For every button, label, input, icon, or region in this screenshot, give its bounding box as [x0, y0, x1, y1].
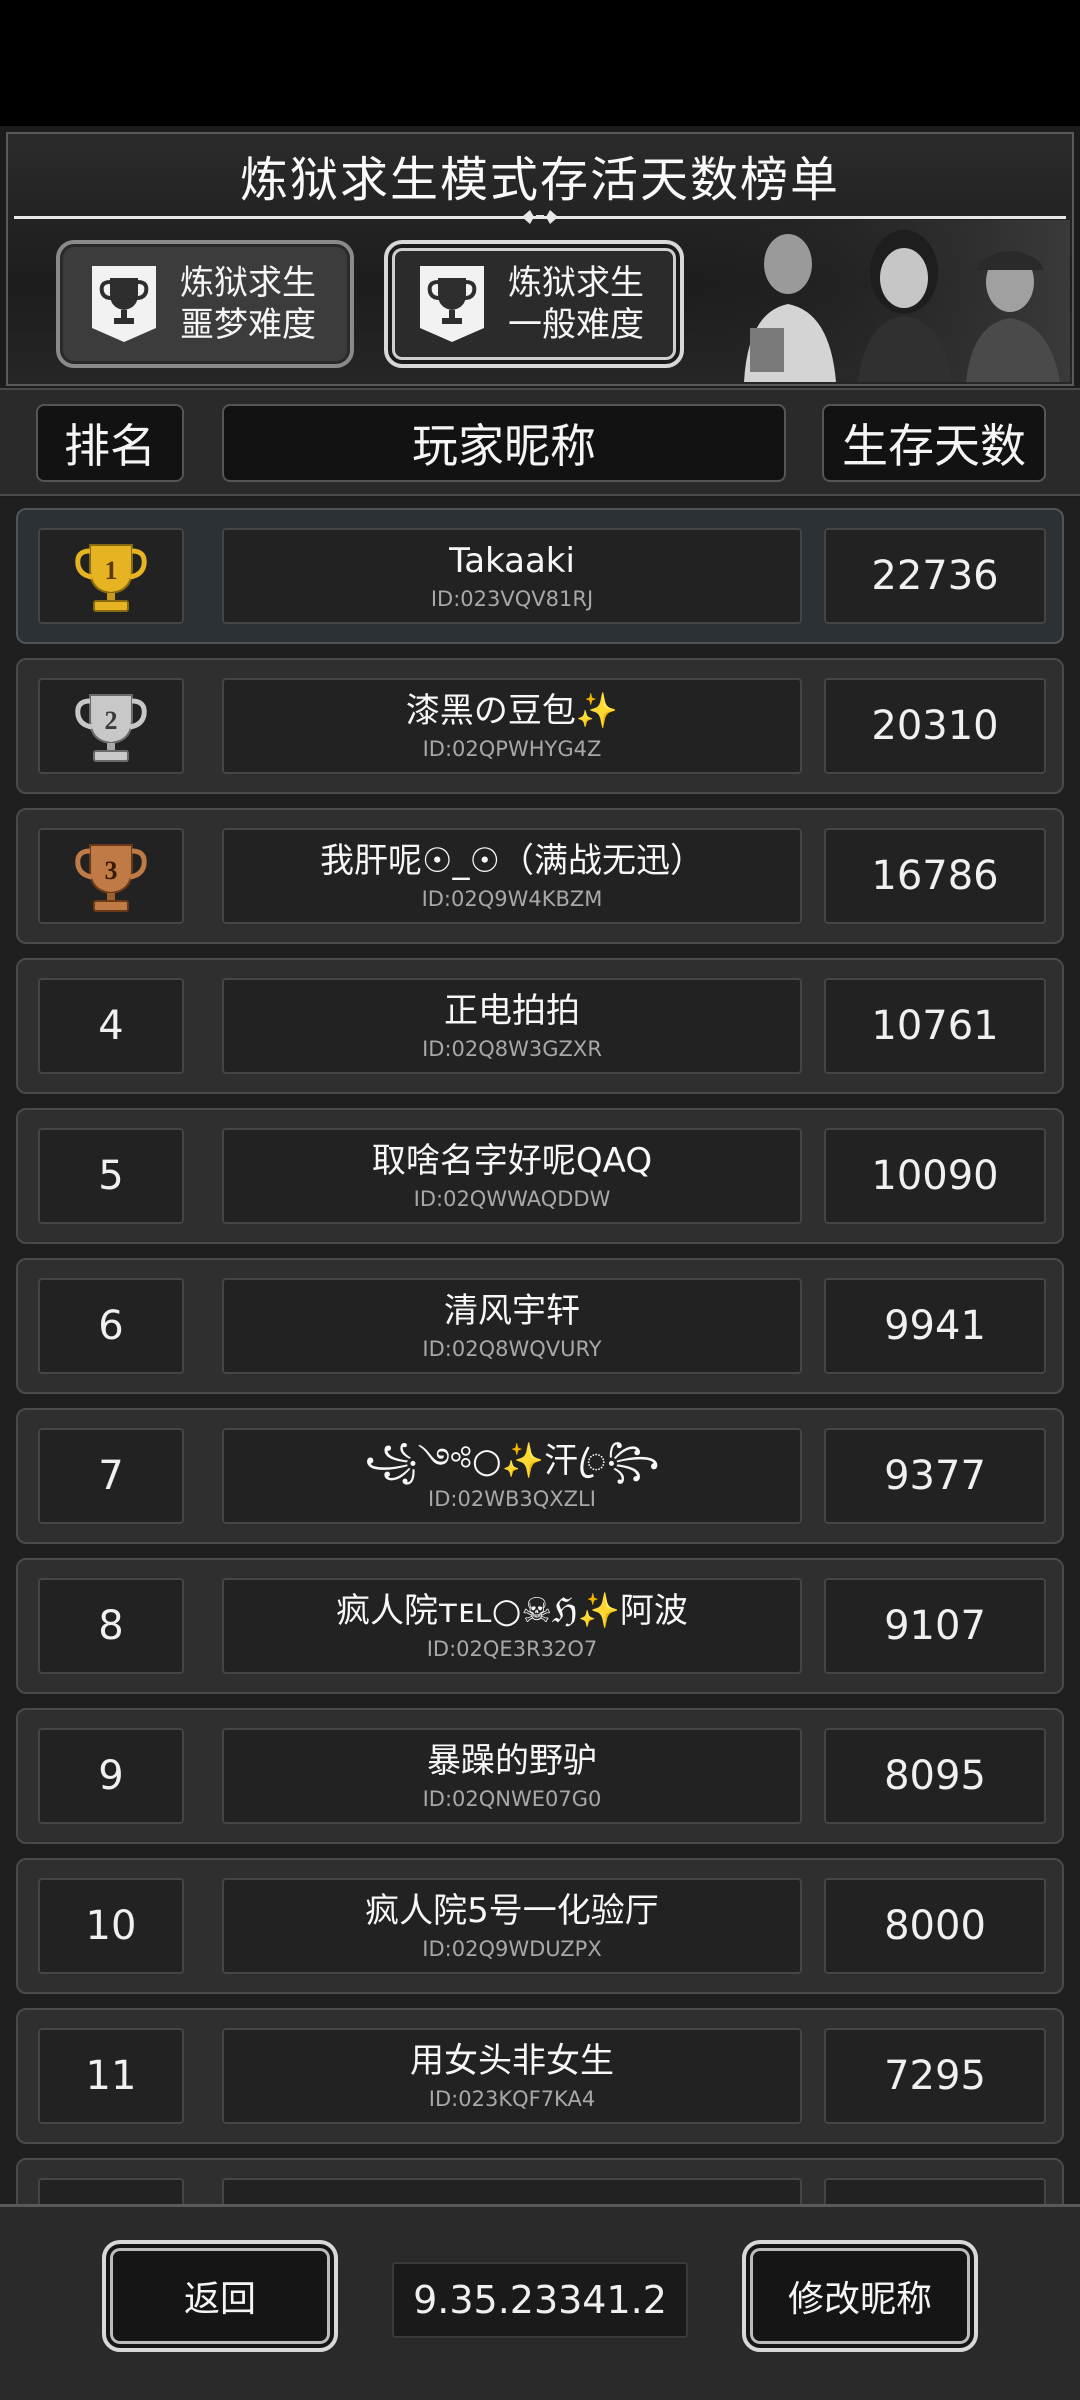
silver-trophy-icon: 2	[75, 694, 147, 762]
rank-cell: 2	[38, 678, 184, 774]
player-nickname: 我肝呢☉_☉（满战无迅）	[320, 841, 704, 881]
leaderboard-row[interactable]: 6 清风宇轩 ID:02Q8WQVURY 9941	[16, 1258, 1064, 1394]
nickname-cell: 正电拍拍 ID:02Q8W3GZXR	[222, 978, 802, 1074]
leaderboard-row[interactable]: 7 ꧁༺○✨汗ꦿ꧂ ID:02WB3QXZLI 9377	[16, 1408, 1064, 1544]
leaderboard-row[interactable]: 4 正电拍拍 ID:02Q8W3GZXR 10761	[16, 958, 1064, 1094]
nickname-cell: 疯人院ᴛᴇʟ○☠ℌ✨阿波 ID:02QE3R32O7	[222, 1578, 802, 1674]
leaderboard-row-partial[interactable]	[16, 2158, 1064, 2204]
leaderboard-row[interactable]: 5 取啥名字好呢QAQ ID:02QWWAQDDW 10090	[16, 1108, 1064, 1244]
nickname-cell: 暴躁的野驴 ID:02QNWE07G0	[222, 1728, 802, 1824]
days-cell	[824, 2178, 1046, 2204]
svg-text:3: 3	[105, 856, 118, 885]
player-nickname: 用女头非女生	[410, 2041, 614, 2081]
days-column-header: 生存天数	[822, 404, 1046, 482]
mode-normal-line2: 一般难度	[508, 305, 644, 345]
back-button[interactable]: 返回	[102, 2240, 338, 2352]
player-id: ID:02Q8W3GZXR	[422, 1037, 602, 1061]
rank-cell: 1	[38, 528, 184, 624]
leaderboard-row[interactable]: 3 我肝呢☉_☉（满战无迅） ID:02Q9W4KBZM 16786	[16, 808, 1064, 944]
nickname-cell: 漆黑の豆包✨ ID:02QPWHYG4Z	[222, 678, 802, 774]
leaderboard-list[interactable]: 1 Takaaki ID:023VQV81RJ 22736 2 漆黑の豆包✨ I…	[0, 498, 1080, 2204]
mode-nightmare-line1: 炼狱求生	[180, 263, 316, 303]
svg-text:2: 2	[105, 706, 118, 735]
nickname-cell: 我肝呢☉_☉（满战无迅） ID:02Q9W4KBZM	[222, 828, 802, 924]
rank-number: 8	[38, 1578, 184, 1674]
player-id: ID:023VQV81RJ	[430, 587, 594, 611]
rank-number: 6	[38, 1278, 184, 1374]
leaderboard-row[interactable]: 1 Takaaki ID:023VQV81RJ 22736	[16, 508, 1064, 644]
survival-days: 8000	[824, 1878, 1046, 1974]
survival-days: 9941	[824, 1278, 1046, 1374]
svg-text:1: 1	[105, 556, 118, 585]
player-id: ID:02Q9WDUZPX	[422, 1937, 602, 1961]
survival-days: 8095	[824, 1728, 1046, 1824]
rank-number: 4	[38, 978, 184, 1074]
player-id: ID:02QPWHYG4Z	[422, 737, 602, 761]
nickname-cell: ꧁༺○✨汗ꦿ꧂ ID:02WB3QXZLI	[222, 1428, 802, 1524]
mode-normal-label: 炼狱求生 一般难度	[508, 262, 668, 346]
mode-nightmare-line2: 噩梦难度	[180, 305, 316, 345]
rank-number: 7	[38, 1428, 184, 1524]
player-id: ID:02QNWE07G0	[422, 1787, 602, 1811]
survival-days: 9377	[824, 1428, 1046, 1524]
nickname-cell: 用女头非女生 ID:023KQF7KA4	[222, 2028, 802, 2124]
survival-days: 16786	[824, 828, 1046, 924]
rank-number: 5	[38, 1128, 184, 1224]
rank-cell: 3	[38, 828, 184, 924]
rename-button[interactable]: 修改昵称	[742, 2240, 978, 2352]
player-nickname: 漆黑の豆包✨	[405, 691, 619, 731]
gold-trophy-icon: 1	[75, 544, 147, 612]
rank-number: 11	[38, 2028, 184, 2124]
rank-cell	[38, 2178, 184, 2204]
nickname-column-header: 玩家昵称	[222, 404, 786, 482]
bronze-trophy-icon: 3	[75, 844, 147, 912]
rank-number: 10	[38, 1878, 184, 1974]
page-title: 炼狱求生模式存活天数榜单	[239, 152, 840, 208]
rank-number: 9	[38, 1728, 184, 1824]
player-id: ID:02WB3QXZLI	[428, 1487, 596, 1511]
player-nickname: 取啥名字好呢QAQ	[371, 1141, 653, 1181]
trophy-banner-icon	[92, 266, 156, 342]
survival-days: 20310	[824, 678, 1046, 774]
player-id: ID:023KQF7KA4	[428, 2087, 596, 2111]
character-portraits-illustration	[690, 220, 1070, 382]
player-nickname: 清风宇轩	[444, 1291, 580, 1331]
player-nickname: 疯人院ᴛᴇʟ○☠ℌ✨阿波	[336, 1591, 688, 1631]
mode-normal-button[interactable]: 炼狱求生 一般难度	[384, 240, 684, 368]
player-id: ID:02QWWAQDDW	[413, 1187, 611, 1211]
player-nickname: 暴躁的野驴	[427, 1741, 597, 1781]
leaderboard-row[interactable]: 11 用女头非女生 ID:023KQF7KA4 7295	[16, 2008, 1064, 2144]
leaderboard-row[interactable]: 2 漆黑の豆包✨ ID:02QPWHYG4Z 20310	[16, 658, 1064, 794]
leaderboard-row[interactable]: 10 疯人院5号一化验厅 ID:02Q9WDUZPX 8000	[16, 1858, 1064, 1994]
mode-nightmare-label: 炼狱求生 噩梦难度	[180, 262, 340, 346]
version-label: 9.35.23341.2	[392, 2262, 688, 2338]
survival-days: 10761	[824, 978, 1046, 1074]
survival-days: 22736	[824, 528, 1046, 624]
trophy-banner-icon	[420, 266, 484, 342]
player-nickname: 疯人院5号一化验厅	[365, 1891, 659, 1931]
nickname-cell	[222, 2178, 802, 2204]
player-id: ID:02Q9W4KBZM	[421, 887, 603, 911]
survival-days: 10090	[824, 1128, 1046, 1224]
divider-ornament-icon	[500, 210, 580, 224]
player-nickname: Takaaki	[449, 541, 575, 581]
nickname-cell: 取啥名字好呢QAQ ID:02QWWAQDDW	[222, 1128, 802, 1224]
survival-days: 9107	[824, 1578, 1046, 1674]
rank-column-header: 排名	[36, 404, 184, 482]
leaderboard-row[interactable]: 9 暴躁的野驴 ID:02QNWE07G0 8095	[16, 1708, 1064, 1844]
mode-normal-line1: 炼狱求生	[508, 263, 644, 303]
nickname-cell: Takaaki ID:023VQV81RJ	[222, 528, 802, 624]
nickname-cell: 清风宇轩 ID:02Q8WQVURY	[222, 1278, 802, 1374]
player-nickname: ꧁༺○✨汗ꦿ꧂	[364, 1441, 660, 1481]
nickname-cell: 疯人院5号一化验厅 ID:02Q9WDUZPX	[222, 1878, 802, 1974]
player-id: ID:02Q8WQVURY	[422, 1337, 602, 1361]
leaderboard-row[interactable]: 8 疯人院ᴛᴇʟ○☠ℌ✨阿波 ID:02QE3R32O7 9107	[16, 1558, 1064, 1694]
player-nickname: 正电拍拍	[444, 991, 580, 1031]
player-id: ID:02QE3R32O7	[426, 1637, 598, 1661]
mode-nightmare-button[interactable]: 炼狱求生 噩梦难度	[56, 240, 354, 368]
survival-days: 7295	[824, 2028, 1046, 2124]
